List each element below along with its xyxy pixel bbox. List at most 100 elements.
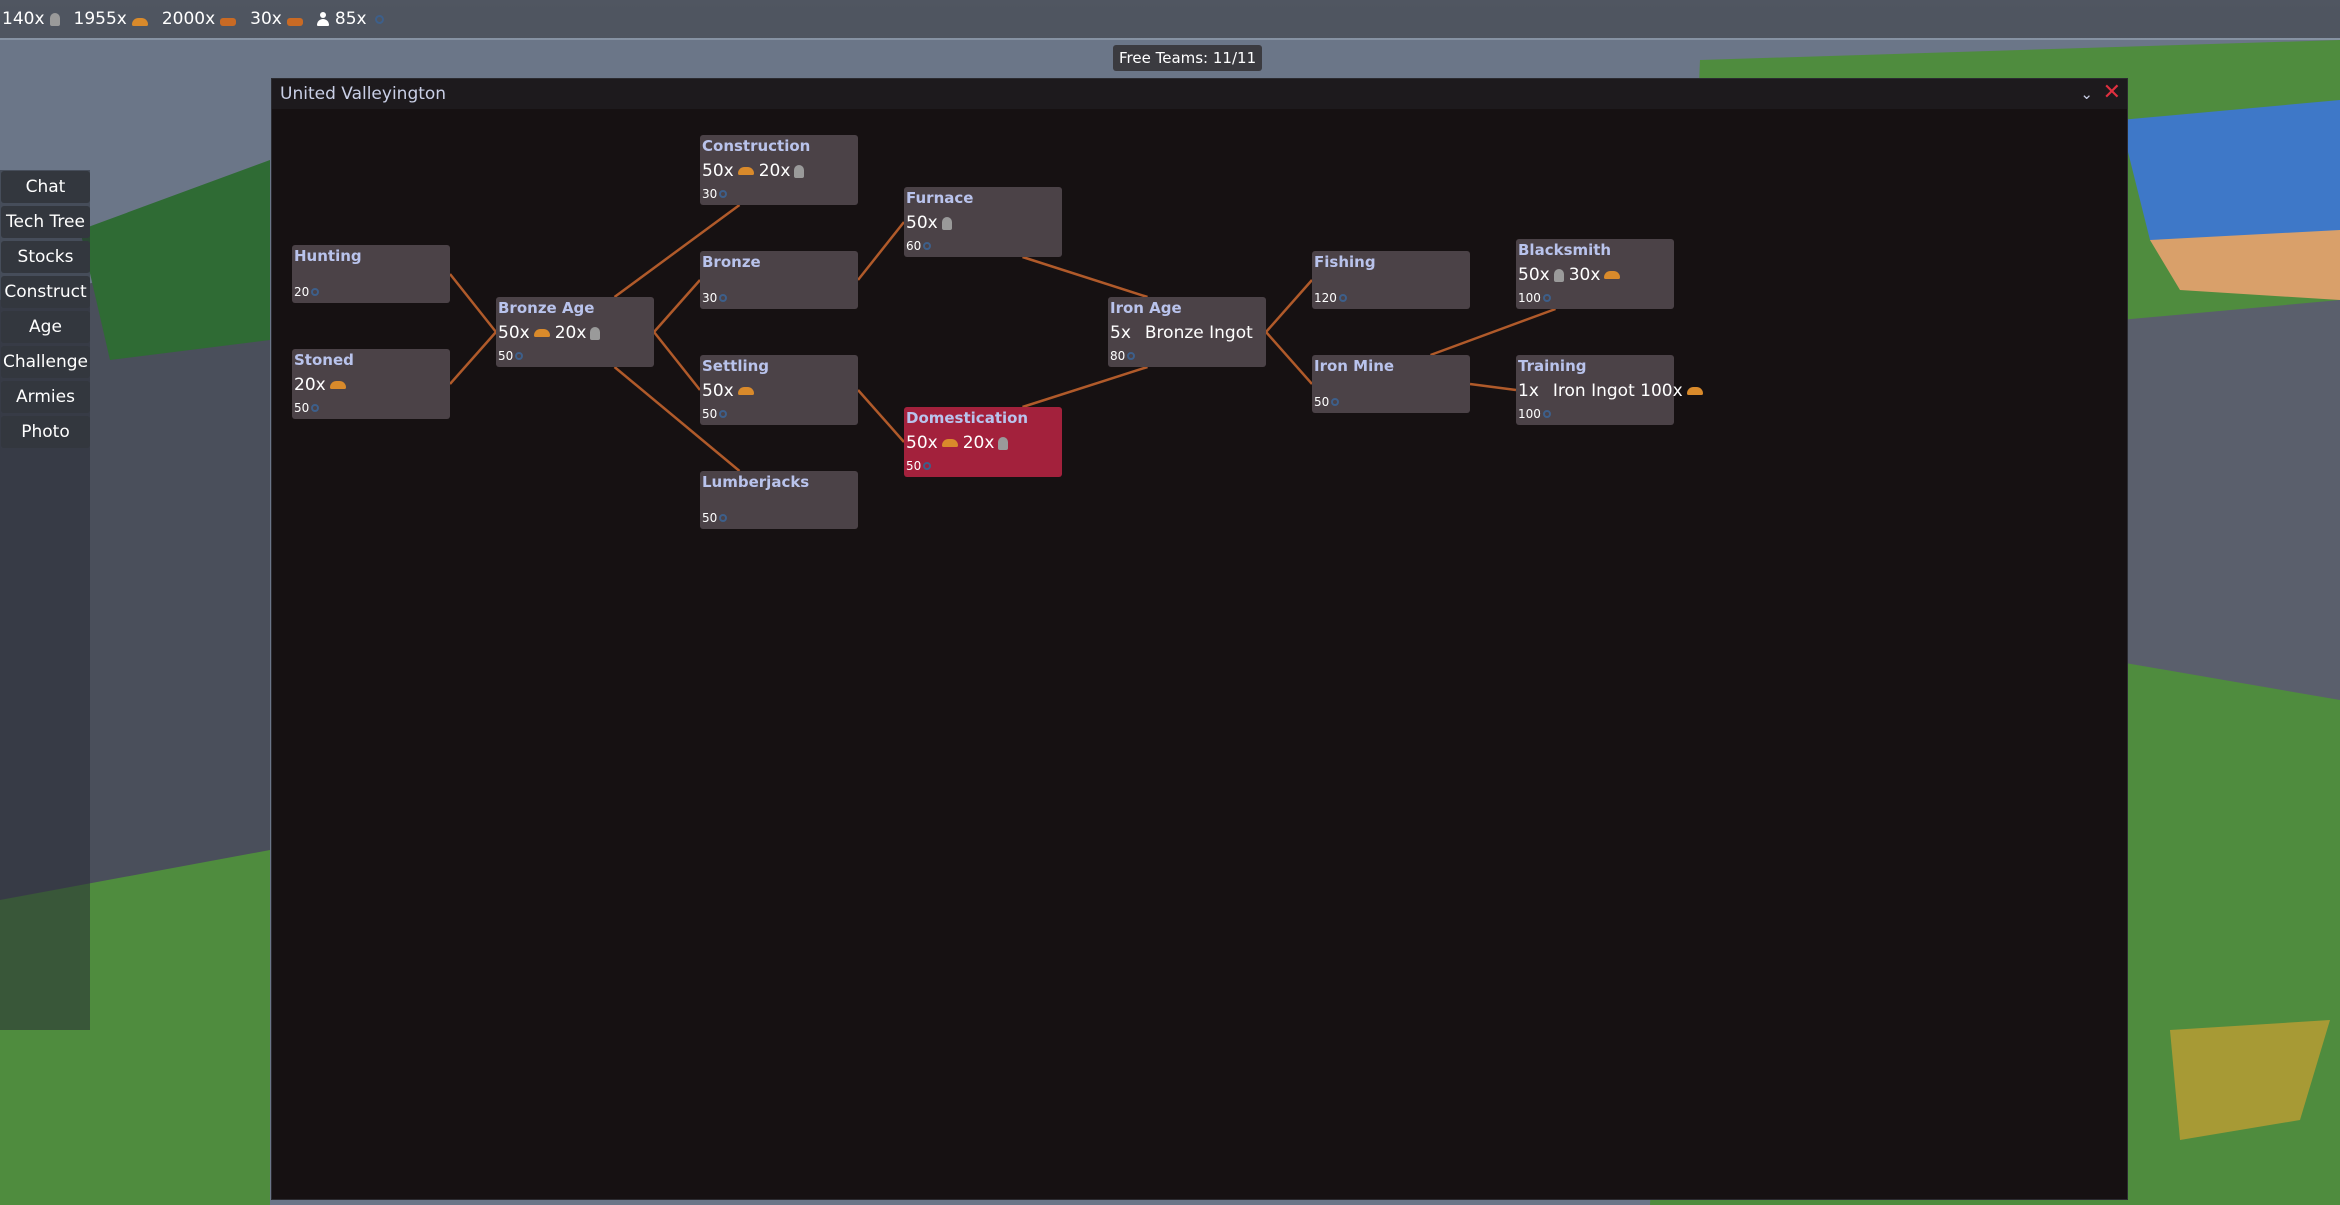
tech-node-research-cost: 100 (1518, 291, 1551, 305)
cost-amount: 20x (294, 375, 326, 395)
tech-node-research-cost: 30 (702, 187, 728, 201)
menu-stocks-button[interactable]: Stocks (1, 241, 90, 273)
tech-node-name: Domestication (906, 409, 1029, 427)
food-icon (533, 329, 550, 337)
research-points: 50 (294, 401, 310, 415)
tech-node-stoned[interactable]: Stoned 20x 50 (292, 349, 450, 419)
gear-icon (1542, 410, 1551, 418)
tree-icon (998, 436, 1009, 450)
tech-node-research-cost: 50 (498, 349, 524, 363)
stone-icon (590, 326, 601, 340)
gear-icon (1127, 352, 1136, 360)
tech-node-name: Lumberjacks (702, 473, 810, 491)
gear-icon (374, 14, 384, 24)
research-points: 30 (702, 291, 718, 305)
tech-node-research-cost: 50 (906, 459, 932, 473)
tech-node-training[interactable]: Training 1x Iron Ingot 100x 100 (1516, 355, 1703, 425)
menu-photo-button[interactable]: Photo (1, 416, 90, 448)
research-points: 20 (294, 285, 310, 299)
food-icon (131, 18, 148, 26)
stone-icon (1553, 268, 1564, 282)
tech-node-furnace[interactable]: Furnace 50x 60 (904, 187, 1062, 257)
tech-link-iron-age-fishing (1265, 279, 1313, 333)
tech-node-hunting[interactable]: Hunting 20 (292, 245, 450, 303)
research-points: 80 (1110, 349, 1126, 363)
food-icon (737, 167, 754, 175)
tech-node-research-cost: 120 (1314, 291, 1347, 305)
cost-amount: Bronze Ingot (1144, 323, 1253, 343)
tech-link-iron-age-iron-mine (1265, 331, 1313, 385)
free-teams-label: Free Teams: 11/11 (1113, 45, 1263, 71)
resource-population: 85x (316, 9, 384, 29)
tech-node-bronze-age[interactable]: Bronze Age 50x 20x 50 (496, 297, 654, 367)
wood-icon (286, 18, 303, 26)
tech-node-lumberjacks[interactable]: Lumberjacks 50 (700, 471, 858, 529)
tech-node-cost: 50x 20x (498, 323, 605, 343)
gear-icon (719, 294, 728, 302)
cost-amount: 20x (554, 323, 587, 343)
menu-chat-button[interactable]: Chat (1, 171, 90, 203)
tech-node-blacksmith[interactable]: Blacksmith 50x 30x 100 (1516, 239, 1674, 309)
gear-icon (923, 462, 932, 470)
menu-construct-button[interactable]: Construct (1, 276, 90, 308)
menu-age-button[interactable]: Age (1, 311, 90, 343)
wood-icon (220, 18, 237, 26)
cost-amount: 1x (1518, 381, 1539, 401)
research-points: 50 (906, 459, 922, 473)
cost-amount: 20x (962, 433, 995, 453)
research-points: 120 (1314, 291, 1337, 305)
tech-node-name: Stoned (294, 351, 354, 369)
tech-node-research-cost: 50 (702, 407, 728, 421)
gear-icon (311, 404, 320, 412)
tech-node-name: Iron Mine (1314, 357, 1395, 375)
tech-node-research-cost: 60 (906, 239, 932, 253)
gear-icon (923, 242, 932, 250)
tech-node-cost: 5x Bronze Ingot (1110, 323, 1267, 343)
tech-link-stoned-bronze-age (449, 331, 497, 385)
cost-amount: 50x (498, 323, 530, 343)
cost-amount: 50x (906, 213, 938, 233)
tech-node-cost: 50x 20x (906, 433, 1013, 453)
tech-node-cost: 1x Iron Ingot 100x (1518, 381, 1708, 401)
tech-link-iron-mine-blacksmith (1430, 307, 1556, 357)
gear-icon (719, 410, 728, 418)
tech-node-cost: 50x 30x (1518, 265, 1625, 285)
cost-amount: 50x (702, 161, 734, 181)
gear-icon (515, 352, 524, 360)
resource-wood-2: 30x (250, 9, 303, 29)
person-icon (316, 12, 329, 26)
food-icon (737, 387, 754, 395)
menu-armies-button[interactable]: Armies (1, 381, 90, 413)
tech-node-construction[interactable]: Construction 50x 20x 30 (700, 135, 858, 205)
research-points: 50 (1314, 395, 1330, 409)
tech-node-settling[interactable]: Settling 50x 50 (700, 355, 858, 425)
menu-challenge-button[interactable]: Challenge (1, 346, 90, 378)
tech-node-name: Settling (702, 357, 770, 375)
tech-link-domestication-iron-age (1022, 365, 1148, 409)
food-icon (1604, 271, 1621, 279)
cost-amount: 50x (702, 381, 734, 401)
research-points: 100 (1518, 407, 1541, 421)
tech-links (449, 203, 1556, 472)
tech-node-research-cost: 100 (1518, 407, 1551, 421)
gear-icon (1542, 294, 1551, 302)
research-points: 100 (1518, 291, 1541, 305)
tech-node-fishing[interactable]: Fishing 120 (1312, 251, 1470, 309)
food-icon (1686, 387, 1703, 395)
tech-node-research-cost: 50 (294, 401, 320, 415)
tech-link-bronze-age-settling (653, 331, 701, 391)
stone-icon (941, 216, 952, 230)
stone-icon (49, 12, 60, 26)
tech-node-name: Furnace (906, 189, 974, 207)
menu-tech-tree-button[interactable]: Tech Tree (1, 206, 90, 238)
tech-node-iron-age[interactable]: Iron Age 5x Bronze Ingot 80 (1108, 297, 1266, 367)
cost-amount: 30x (1568, 265, 1601, 285)
tech-node-bronze[interactable]: Bronze 30 (700, 251, 858, 309)
food-icon (329, 381, 346, 389)
resource-stone: 140x (2, 9, 60, 29)
research-points: 50 (702, 407, 718, 421)
tech-node-domestication[interactable]: Domestication 50x 20x 50 (904, 407, 1062, 477)
tech-node-iron-mine[interactable]: Iron Mine 50 (1312, 355, 1470, 413)
gear-icon (1331, 398, 1340, 406)
gear-icon (719, 190, 728, 198)
